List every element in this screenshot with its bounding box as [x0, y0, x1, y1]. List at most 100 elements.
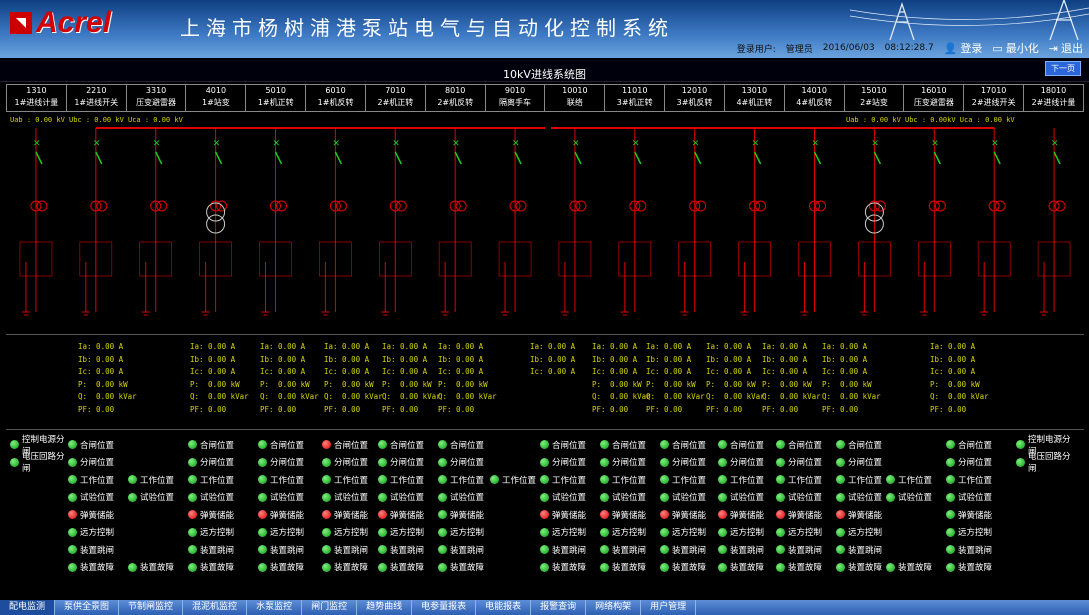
status-label: 试验位置 [672, 493, 707, 504]
ground-icon [321, 311, 330, 316]
status-item: 装置故障 [128, 559, 190, 577]
nav-tab[interactable]: 电能报表 [476, 600, 532, 615]
nav-tab[interactable]: 报警查询 [531, 600, 587, 615]
nav-tab[interactable]: 闸门监控 [302, 600, 358, 615]
feeder-cell[interactable]: 3310 压变避雷器 [127, 85, 187, 111]
measurement-block: Ia: 0.00 A Ib: 0.00 A Ic: 0.00 A P: 0.00… [762, 342, 821, 414]
nav-tab[interactable]: 网络构架 [586, 600, 642, 615]
ct-circle [395, 200, 407, 212]
status-item: 合闸位置 [660, 436, 722, 454]
nav-tab[interactable]: 水泵监控 [247, 600, 303, 615]
feeder-name: 2#机反转 [437, 98, 474, 107]
status-label: 合闸位置 [612, 440, 647, 451]
status-label: 试验位置 [200, 493, 235, 504]
next-page-button[interactable]: 下一页 [1045, 61, 1081, 76]
feeder-cell[interactable]: 10010 联络 [545, 85, 606, 111]
status-label: 合闸位置 [270, 440, 305, 451]
status-label: 分闸位置 [958, 458, 993, 469]
feeder-code: 12010 [681, 86, 708, 95]
feeder-cell[interactable]: 2210 1#进线开关 [67, 85, 127, 111]
status-label: 装置跳闸 [672, 545, 707, 556]
status-led-icon [660, 492, 669, 502]
feeder-name: 4#机正转 [736, 98, 773, 107]
breaker-switch [1053, 151, 1061, 165]
status-item: 装置跳闸 [438, 541, 500, 559]
status-label: 装置故障 [552, 563, 587, 574]
switch-mark-icon: ✕ [33, 139, 41, 149]
nav-tab[interactable]: 趋势曲线 [357, 600, 413, 615]
status-label: 试验位置 [848, 493, 883, 504]
feeder-name: 4#机反转 [796, 98, 833, 107]
status-led-icon [438, 562, 447, 572]
status-item: 远方控制 [438, 524, 500, 542]
feeder-cell[interactable]: 14010 4#机反转 [785, 85, 845, 111]
feeder-cell[interactable]: 13010 4#机正转 [725, 85, 785, 111]
status-led-icon [128, 492, 137, 502]
login-user-label: 登录用户: [736, 44, 776, 55]
feeder-cell[interactable]: 12010 3#机反转 [665, 85, 725, 111]
status-item: 远方控制 [322, 524, 384, 542]
ct-circle [575, 200, 587, 212]
nav-tab[interactable]: 配电监测 [0, 600, 56, 615]
measurement-block: Ia: 0.00 A Ib: 0.00 A Ic: 0.00 A P: 0.00… [382, 342, 441, 414]
status-label: 合闸位置 [80, 440, 115, 451]
status-item: 试验位置 [188, 489, 250, 507]
feeder-cell[interactable]: 16010 压变避雷器 [904, 85, 965, 111]
status-label: 装置故障 [958, 563, 993, 574]
status-label: 弹簧储能 [612, 510, 647, 521]
feeder-cell[interactable]: 9010 隔离手车 [486, 85, 546, 111]
minimize-button[interactable]: ▭ 最小化 [992, 40, 1038, 56]
status-label: 远方控制 [848, 528, 883, 539]
feeder-name: 2#机正转 [377, 98, 414, 107]
login-button[interactable]: 👤 登录 [944, 40, 983, 56]
status-column: 合闸位置 分闸位置 工作位置 试验位置 弹簧储能 远方控制 装置跳闸 装置故障 [188, 436, 250, 576]
status-item: 弹簧储能 [776, 506, 838, 524]
status-label: 合闸位置 [390, 440, 425, 451]
feeder-cell[interactable]: 8010 2#机反转 [426, 85, 486, 111]
status-led-icon [836, 440, 845, 450]
nav-tab[interactable]: 泵供全景图 [55, 600, 120, 615]
nav-tab[interactable]: 混泥机监控 [183, 600, 248, 615]
feeder-code: 17010 [980, 86, 1007, 95]
feeder-cell[interactable]: 17010 2#进线开关 [964, 85, 1025, 111]
status-item: 弹簧储能 [600, 506, 662, 524]
feeder-cell[interactable]: 4010 1#站变 [186, 85, 247, 111]
status-label: 弹簧储能 [672, 510, 707, 521]
status-led-icon [438, 457, 447, 467]
switch-mark-icon: ✕ [392, 139, 400, 149]
switch-mark-icon: ✕ [931, 139, 939, 149]
ct-circle [276, 200, 287, 212]
status-led-icon [1016, 457, 1025, 467]
feeder-cell[interactable]: 11010 3#机正转 [605, 85, 666, 111]
status-led-icon [1016, 440, 1025, 450]
status-label: 分闸位置 [270, 458, 305, 469]
status-led-icon [68, 527, 77, 537]
status-label: 远方控制 [270, 528, 305, 539]
nav-tab[interactable]: 电参量报表 [412, 600, 477, 615]
status-led-icon [718, 440, 727, 450]
status-item: 装置跳闸 [378, 541, 440, 559]
status-label: 装置故障 [450, 563, 485, 574]
feeder-code: 4010 [205, 86, 227, 95]
status-column: 合闸位置 分闸位置 工作位置 试验位置 弹簧储能 远方控制 装置跳闸 装置故障 [946, 436, 1008, 576]
status-label: 装置跳闸 [552, 545, 587, 556]
status-led-icon [68, 457, 77, 467]
feeder-cell[interactable]: 6010 1#机反转 [306, 85, 366, 111]
status-column: 合闸位置 分闸位置 工作位置 试验位置 弹簧储能 远方控制 装置跳闸 装置故障 [600, 436, 662, 576]
bottom-navigation: 配电监测 泵供全景图 节制闸监控 混泥机监控 水泵监控 闸门监控 趋势曲线 电参量报表 电能报表… [0, 600, 1089, 615]
feeder-cell[interactable]: 18010 2#进线计量 [1024, 85, 1083, 111]
breaker-switch [933, 151, 941, 165]
status-item: 工作位置 [128, 471, 190, 489]
measurement-block: Ia: 0.00 A Ib: 0.00 A Ic: 0.00 A P: 0.00… [78, 342, 137, 414]
status-item: 装置跳闸 [540, 541, 602, 559]
exit-button[interactable]: ⇥ 退出 [1049, 40, 1083, 56]
status-item: 装置跳闸 [660, 541, 722, 559]
feeder-cell[interactable]: 1310 1#进线计量 [7, 85, 67, 111]
feeder-cell[interactable]: 15010 2#站变 [845, 85, 905, 111]
nav-tab[interactable]: 用户管理 [641, 600, 697, 615]
measurement-block: Ia: 0.00 A Ib: 0.00 A Ic: 0.00 A P: 0.00… [438, 342, 497, 414]
feeder-cell[interactable]: 5010 1#机正转 [246, 85, 307, 111]
nav-tab[interactable]: 节制闸监控 [119, 600, 184, 615]
status-led-icon [68, 562, 77, 572]
feeder-cell[interactable]: 7010 2#机正转 [366, 85, 426, 111]
